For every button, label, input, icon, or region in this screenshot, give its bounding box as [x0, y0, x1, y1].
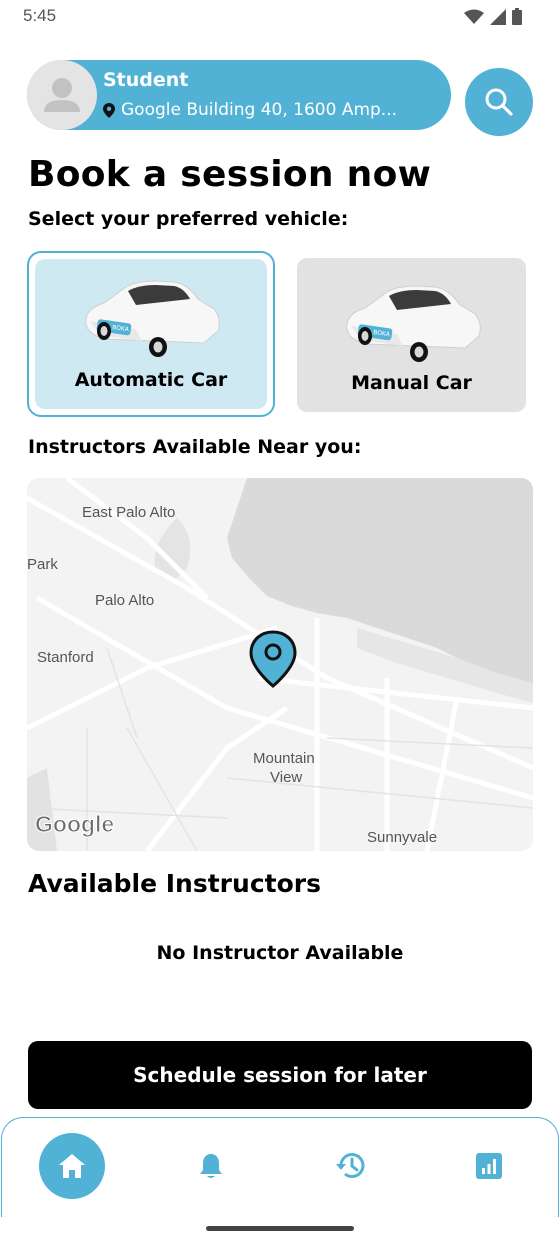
google-logo: Google	[34, 811, 115, 838]
page-title: Book a session now	[28, 154, 432, 195]
car-image: BOKA	[345, 285, 481, 362]
bell-icon	[200, 1154, 222, 1178]
status-bar: 5:45	[0, 0, 560, 34]
profile-card[interactable]: Student Google Building 40, 1600 Amp...	[27, 60, 451, 130]
nav-history[interactable]	[318, 1133, 384, 1199]
map-label-east-palo-alto: East Palo Alto	[82, 504, 176, 521]
gesture-bar	[206, 1226, 354, 1231]
vehicle-prompt: Select your preferred vehicle:	[28, 208, 349, 230]
status-time: 5:45	[23, 6, 57, 25]
profile-name: Student	[103, 69, 189, 91]
map-label-park-text: Park	[27, 556, 58, 573]
history-icon	[336, 1153, 365, 1178]
instructors-near-label: Instructors Available Near you:	[28, 436, 362, 458]
avatar[interactable]	[27, 60, 97, 130]
schedule-later-button[interactable]: Schedule session for later	[28, 1041, 532, 1109]
map-label-stanford: Stanford	[37, 649, 94, 666]
vehicle-label-automatic: Automatic Car	[74, 369, 228, 391]
search-button[interactable]	[465, 68, 533, 136]
nav-stats[interactable]	[456, 1133, 522, 1199]
user-icon	[44, 78, 80, 112]
map-label-sunnyvale: Sunnyvale	[367, 829, 438, 846]
no-instructor-message: No Instructor Available	[156, 942, 404, 964]
map-label-park: ​Park	[27, 556, 58, 573]
vehicle-label-manual: Manual Car	[351, 372, 472, 394]
nav-home[interactable]	[39, 1133, 105, 1199]
wifi-icon	[464, 9, 484, 24]
map-marker-icon[interactable]	[248, 630, 298, 688]
vehicle-card-automatic[interactable]: BOKA Automatic Car	[27, 251, 275, 417]
available-instructors-heading: Available Instructors	[28, 869, 321, 898]
search-icon	[485, 88, 513, 116]
nav-notifications[interactable]	[178, 1133, 244, 1199]
car-image: BOKA	[85, 280, 220, 357]
vehicle-card-manual[interactable]: BOKA Manual Car	[297, 258, 526, 412]
instructors-map[interactable]: East Palo Alto ​Park Palo Alto Stanford …	[27, 478, 533, 851]
status-icons	[464, 8, 522, 25]
profile-location-text: Google Building 40, 1600 Amp...	[121, 100, 398, 120]
chart-icon	[476, 1153, 502, 1179]
home-icon	[59, 1154, 85, 1178]
bottom-nav	[1, 1117, 559, 1217]
location-pin-icon	[103, 102, 115, 118]
battery-icon	[512, 8, 522, 25]
profile-location[interactable]: Google Building 40, 1600 Amp...	[103, 100, 397, 120]
map-label-view: View	[270, 769, 303, 786]
map-label-palo-alto: Palo Alto	[95, 592, 155, 609]
signal-icon	[490, 8, 506, 25]
map-label-mountain: Mountain	[253, 750, 315, 767]
